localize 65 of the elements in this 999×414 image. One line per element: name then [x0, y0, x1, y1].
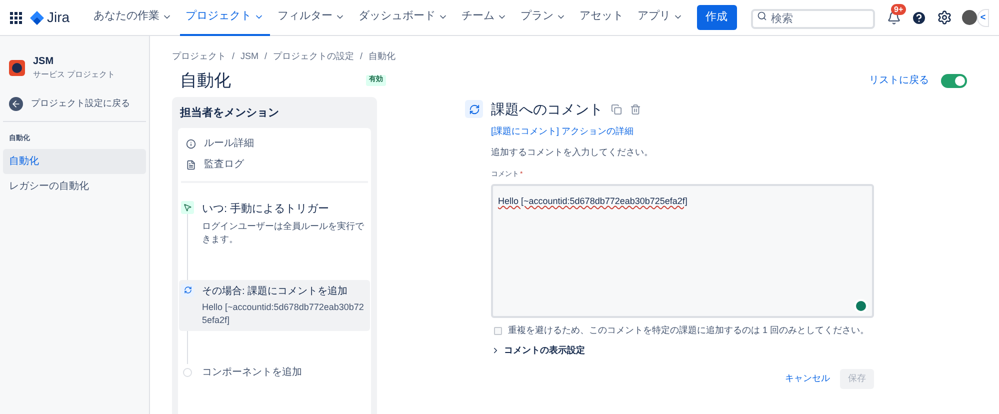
nav-tab[interactable]: プラン	[514, 0, 572, 36]
breadcrumb-link[interactable]: JSM	[240, 50, 259, 64]
breadcrumb-separator: /	[360, 50, 363, 63]
breadcrumb-link[interactable]: 自動化	[368, 50, 396, 64]
cursor-icon	[181, 201, 194, 214]
project-name: JSM	[33, 55, 55, 69]
step-title: コンポーネントを追加	[202, 366, 302, 380]
sidebar-item[interactable]: レガシーの自動化	[3, 174, 146, 198]
back-link[interactable]: プロジェクト設定に戻る	[0, 97, 149, 111]
breadcrumb-separator: /	[264, 50, 268, 63]
project-type: サービス プロジェクト	[33, 69, 116, 81]
help-icon[interactable]	[911, 10, 927, 26]
nav-tab[interactable]: アセット	[574, 0, 630, 36]
refresh-icon	[181, 284, 194, 296]
chevron-right-icon	[491, 346, 500, 355]
step-detail: ログインユーザーは全員ルールを実行できます。	[202, 220, 365, 246]
document-icon	[186, 160, 196, 170]
comment-value: Hello [~accountid:5d678db772eab30b725efa2f]	[498, 196, 688, 206]
collapse-button[interactable]: <	[977, 8, 989, 26]
nav-tab[interactable]: プロジェクト	[180, 0, 270, 36]
step-title: その場合: 課題にコメントを追加	[202, 284, 349, 298]
checkbox-label: 重複を避けるため、このコメントを特定の課題に追加するのは 1 回のみとしてください。	[508, 324, 870, 337]
detail-link[interactable]: [課題にコメント] アクションの詳細	[491, 124, 874, 138]
app-grid-icon[interactable]	[10, 12, 22, 24]
nav-tab[interactable]: あなたの作業	[88, 0, 178, 36]
back-to-list-link[interactable]: リストに戻る	[869, 73, 929, 88]
product-name: Jira	[47, 8, 70, 27]
settings-icon[interactable]	[937, 10, 952, 25]
project-avatar-icon	[9, 60, 25, 76]
info-icon	[186, 138, 196, 148]
notification-icon[interactable]	[887, 10, 901, 24]
nav-tab[interactable]: チーム	[456, 0, 513, 36]
rule-menu-item[interactable]: ルール詳細	[178, 133, 371, 154]
copy-icon[interactable]	[611, 104, 622, 114]
breadcrumb-link[interactable]: プロジェクト	[172, 50, 226, 64]
breadcrumb-separator: /	[232, 50, 235, 63]
avatar[interactable]	[962, 10, 977, 25]
step-title: いつ: 手動によるトリガー	[202, 202, 330, 217]
rule-name: 担当者をメンション	[178, 106, 280, 120]
search-field[interactable]: 検索	[751, 8, 875, 28]
step-detail: Hello [~accountid:5d678db772eab30b725efa2f]	[202, 300, 365, 326]
nav-tab[interactable]: フィルター	[272, 0, 351, 36]
instruction-text: 追加するコメントを入力してください。	[491, 146, 654, 159]
once-checkbox[interactable]	[494, 326, 502, 335]
comment-field[interactable]: Hello [~accountid:5d678db772eab30b725efa2f]	[491, 184, 874, 318]
breadcrumb-link[interactable]: プロジェクトの設定	[273, 50, 354, 64]
rule-step[interactable]: その場合: 課題にコメントを追加 Hello [~accountid:5d678db772eab30b725efa2f]	[179, 280, 370, 330]
visibility-expander[interactable]: コメントの表示設定	[491, 344, 874, 357]
nav-tab[interactable]: ダッシュボード	[352, 0, 454, 36]
create-button[interactable]: 作成	[696, 5, 737, 30]
trash-icon[interactable]	[630, 104, 641, 114]
nav-tab[interactable]: アプリ	[632, 0, 689, 36]
rule-step[interactable]: コンポーネントを追加	[179, 360, 370, 384]
cancel-button[interactable]: キャンセル	[785, 372, 830, 386]
refresh-icon	[465, 100, 483, 118]
rule-toggle[interactable]	[941, 74, 967, 88]
jira-logo-icon	[30, 10, 44, 24]
rule-menu-item[interactable]: 監査ログ	[178, 154, 371, 175]
rule-step[interactable]: いつ: 手動によるトリガー ログインユーザーは全員ルールを実行できます。	[179, 197, 370, 250]
notification-badge: 9+	[891, 4, 906, 14]
detail-title: 課題へのコメント	[491, 100, 603, 118]
search-icon	[757, 10, 767, 20]
sidebar-item[interactable]: 自動化	[3, 148, 146, 174]
page-title: 自動化	[180, 70, 231, 92]
grammar-icon	[854, 299, 868, 313]
